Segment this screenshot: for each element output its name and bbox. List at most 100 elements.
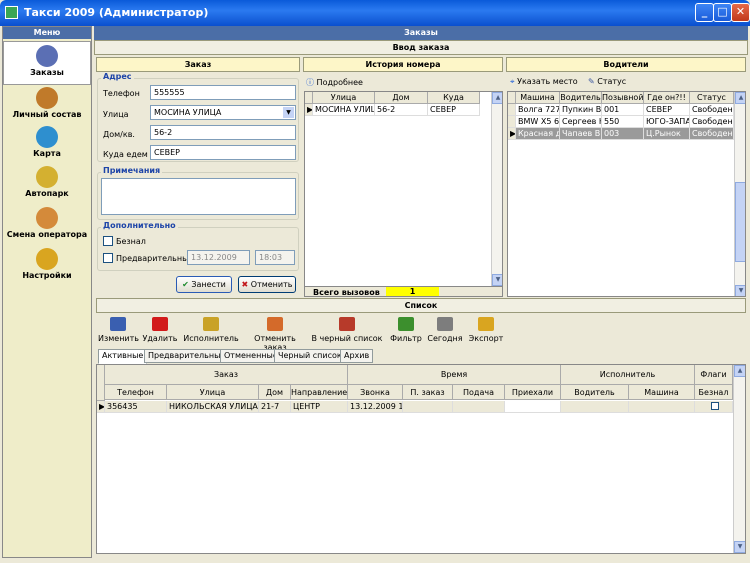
orders-cell[interactable] bbox=[505, 401, 561, 413]
history-col-header[interactable]: Улица bbox=[313, 92, 375, 104]
history-col-header[interactable]: Дом bbox=[375, 92, 428, 104]
drivers-grid[interactable]: Машина Водитель Позывной Где он?!! Статус Во… bbox=[507, 91, 746, 297]
menu-item-0[interactable]: Заказы bbox=[3, 41, 91, 85]
submit-button[interactable]: ✔ Занести bbox=[176, 276, 232, 293]
tab-3[interactable]: Черный список bbox=[274, 349, 346, 363]
drivers-cell[interactable]: Ц.Рынок bbox=[644, 128, 690, 140]
toolbar-button-4[interactable]: В черный список bbox=[308, 317, 386, 343]
tab-2[interactable]: Отмененные bbox=[220, 349, 282, 363]
status-button[interactable]: ✎ Статус bbox=[588, 77, 626, 86]
drivers-cell[interactable]: 001 bbox=[602, 104, 644, 116]
toolbar-button-3[interactable]: Отменить заказ bbox=[244, 317, 306, 352]
date-picker[interactable]: 13.12.2009 bbox=[187, 250, 250, 265]
cashless-checkbox[interactable] bbox=[103, 236, 113, 246]
history-scrollbar[interactable]: ▲ ▼ bbox=[491, 92, 502, 286]
menu-item-4[interactable]: Смена оператора bbox=[3, 204, 91, 248]
drivers-cell[interactable]: Свободен bbox=[690, 104, 734, 116]
scroll-down-icon[interactable]: ▼ bbox=[734, 541, 745, 553]
drivers-cell[interactable]: СЕВЕР bbox=[644, 104, 690, 116]
notes-textarea[interactable] bbox=[101, 178, 296, 215]
preliminary-checkbox[interactable] bbox=[103, 253, 113, 263]
orders-col-header[interactable]: Телефон bbox=[105, 385, 167, 400]
drivers-cell[interactable]: 003 bbox=[602, 128, 644, 140]
scroll-down-icon[interactable]: ▼ bbox=[492, 274, 502, 286]
history-grid[interactable]: УлицаДомКуда ▶МОСИНА УЛИЦА56-2СЕВЕР ▲ ▼ … bbox=[304, 91, 503, 297]
house-input[interactable]: 56-2 bbox=[150, 125, 296, 140]
history-cell[interactable]: 56-2 bbox=[375, 104, 428, 116]
scroll-thumb[interactable] bbox=[735, 182, 745, 262]
toolbar-button-6[interactable]: Сегодня bbox=[426, 317, 464, 343]
drivers-cell[interactable]: 550 bbox=[602, 116, 644, 128]
close-button[interactable]: ✕ bbox=[731, 3, 750, 22]
orders-cell[interactable]: НИКОЛЬСКАЯ УЛИЦА bbox=[167, 401, 259, 413]
scroll-up-icon[interactable]: ▲ bbox=[734, 365, 745, 377]
orders-cell[interactable]: 356435 bbox=[105, 401, 167, 413]
drivers-cell[interactable]: Волга 727 bbox=[516, 104, 560, 116]
orders-cell[interactable]: 21-7 bbox=[259, 401, 291, 413]
drivers-cell[interactable]: Чапаев В.И. bbox=[560, 128, 602, 140]
scroll-down-icon[interactable]: ▼ bbox=[735, 285, 745, 296]
orders-col-header[interactable]: Машина bbox=[629, 385, 695, 400]
orders-col-header[interactable]: Безнал bbox=[695, 385, 733, 400]
set-place-button[interactable]: ⌖ Указать место bbox=[510, 77, 578, 87]
minimize-button[interactable]: _ bbox=[695, 3, 714, 22]
menu-item-2[interactable]: Карта bbox=[3, 123, 91, 167]
drivers-cell[interactable]: Свободен bbox=[690, 116, 734, 128]
orders-scrollbar[interactable]: ▲ ▼ bbox=[733, 365, 745, 553]
drivers-col-header[interactable]: Где он?!! bbox=[644, 92, 690, 104]
toolbar-button-1[interactable]: Удалить bbox=[140, 317, 180, 343]
chevron-down-icon[interactable]: ▼ bbox=[283, 107, 294, 118]
scroll-up-icon[interactable]: ▲ bbox=[735, 92, 745, 104]
destination-input[interactable]: СЕВЕР bbox=[150, 145, 296, 160]
drivers-col-header[interactable]: Водитель bbox=[560, 92, 602, 104]
orders-col-header[interactable]: Подача bbox=[453, 385, 505, 400]
orders-grid[interactable]: Заказ Время Исполнитель Флаги Телефон Улица До… bbox=[96, 364, 746, 554]
orders-cell[interactable]: 13.12.2009 17 bbox=[348, 401, 403, 413]
phone-input[interactable]: 555555 bbox=[150, 85, 296, 100]
history-cell[interactable]: МОСИНА УЛИЦА bbox=[313, 104, 375, 116]
drivers-cell[interactable]: ЮГО-ЗАПАД bbox=[644, 116, 690, 128]
orders-cell[interactable]: ЦЕНТР bbox=[291, 401, 348, 413]
preliminary-label: Предварительный bbox=[116, 254, 194, 263]
history-cell[interactable]: СЕВЕР bbox=[428, 104, 480, 116]
tab-0[interactable]: Активные bbox=[98, 349, 148, 364]
drivers-col-header[interactable]: Машина bbox=[516, 92, 560, 104]
orders-col-header[interactable]: Улица bbox=[167, 385, 259, 400]
tab-4[interactable]: Архив bbox=[340, 349, 374, 363]
street-select[interactable]: МОСИНА УЛИЦА ▼ bbox=[150, 105, 296, 120]
toolbar-button-7[interactable]: Экспорт bbox=[468, 317, 504, 343]
orders-col-header[interactable]: Дом bbox=[259, 385, 291, 400]
drivers-col-header[interactable]: Статус bbox=[690, 92, 734, 104]
scroll-up-icon[interactable]: ▲ bbox=[492, 92, 502, 104]
maximize-button[interactable]: □ bbox=[713, 3, 732, 22]
orders-col-header[interactable]: Звонка bbox=[348, 385, 403, 400]
orders-cell[interactable] bbox=[403, 401, 453, 413]
tab-1[interactable]: Предварительные bbox=[144, 349, 230, 363]
drivers-scrollbar[interactable]: ▲ ▼ bbox=[734, 92, 745, 296]
orders-cell[interactable] bbox=[695, 401, 733, 413]
drivers-cell[interactable]: Свободен bbox=[690, 128, 734, 140]
orders-cell[interactable] bbox=[629, 401, 695, 413]
toolbar-button-0[interactable]: Изменить bbox=[98, 317, 139, 343]
orders-col-header[interactable]: П. заказ bbox=[403, 385, 453, 400]
menu-item-1[interactable]: Личный состав bbox=[3, 84, 91, 128]
orders-col-header[interactable]: Направление bbox=[291, 385, 348, 400]
orders-col-header[interactable]: Водитель bbox=[561, 385, 629, 400]
cashless-flag-checkbox[interactable] bbox=[710, 402, 719, 410]
orders-cell[interactable] bbox=[561, 401, 629, 413]
orders-cell[interactable] bbox=[453, 401, 505, 413]
time-picker[interactable]: 18:03 bbox=[255, 250, 295, 265]
history-col-header[interactable]: Куда bbox=[428, 92, 480, 104]
toolbar-button-5[interactable]: Фильтр bbox=[390, 317, 422, 343]
cancel-button[interactable]: ✖ Отменить bbox=[238, 276, 296, 293]
menu-item-3[interactable]: Автопарк bbox=[3, 163, 91, 207]
drivers-cell[interactable]: Пупкин Вас bbox=[560, 104, 602, 116]
drivers-cell[interactable]: Сергеев Ни bbox=[560, 116, 602, 128]
orders-col-header[interactable]: Приехали bbox=[505, 385, 561, 400]
menu-item-5[interactable]: Настройки bbox=[3, 245, 91, 289]
drivers-col-header[interactable]: Позывной bbox=[602, 92, 644, 104]
more-button[interactable]: ⓘ Подробнее bbox=[306, 77, 363, 88]
drivers-cell[interactable]: BMW X5 668 bbox=[516, 116, 560, 128]
toolbar-button-2[interactable]: Исполнитель bbox=[182, 317, 240, 343]
drivers-cell[interactable]: Красная де bbox=[516, 128, 560, 140]
